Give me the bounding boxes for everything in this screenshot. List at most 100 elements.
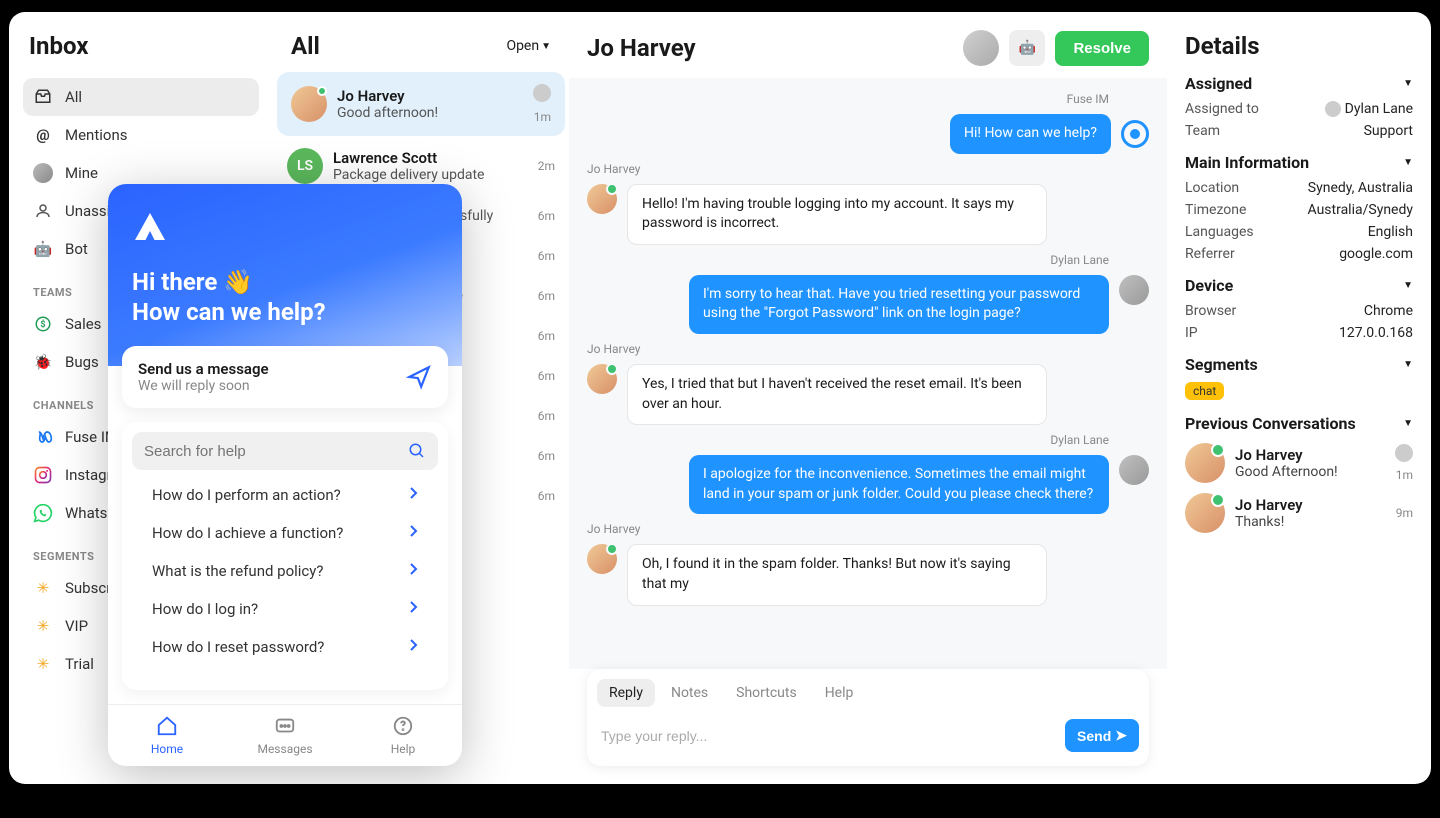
- detail-key: Timezone: [1185, 202, 1246, 218]
- widget-nav-help[interactable]: Help: [344, 705, 462, 766]
- composer: ReplyNotesShortcutsHelp Send ➤: [587, 669, 1149, 766]
- chevron-down-icon: ▼: [1403, 418, 1413, 429]
- detail-section-main-information[interactable]: Main Information▼: [1185, 153, 1413, 172]
- faq-item[interactable]: What is the refund policy?: [146, 552, 424, 590]
- bot-icon: 🤖: [33, 239, 53, 259]
- widget-message-card[interactable]: Send us a message We will reply soon: [122, 346, 448, 408]
- widget-greeting: Hi there 👋: [132, 268, 438, 296]
- previous-conversation[interactable]: Jo HarveyThanks! 9m: [1185, 493, 1413, 533]
- resolve-button[interactable]: Resolve: [1055, 31, 1149, 66]
- conversation-time: 2m: [538, 159, 555, 173]
- sidebar-title: Inbox: [23, 32, 259, 60]
- conversation-time: 6m: [538, 489, 555, 503]
- sidebar-item-mentions[interactable]: @Mentions: [23, 116, 259, 154]
- send-icon: ➤: [1115, 727, 1127, 744]
- detail-value: English: [1368, 224, 1413, 240]
- composer-tab-notes[interactable]: Notes: [659, 679, 720, 707]
- composer-tab-reply[interactable]: Reply: [597, 679, 655, 707]
- prev-time: 9m: [1396, 506, 1413, 520]
- help-widget: Hi there 👋 How can we help? Send us a me…: [108, 184, 462, 766]
- conversation-avatar: [291, 86, 327, 122]
- chat-panel: Jo Harvey 🤖 Resolve Fuse IMHi! How can w…: [569, 12, 1167, 784]
- sender-avatar: [587, 184, 617, 214]
- message-sender-label: Jo Harvey: [587, 162, 1149, 176]
- detail-section-previous-conversations[interactable]: Previous Conversations▼: [1185, 414, 1413, 433]
- prev-avatar: [1185, 443, 1225, 483]
- inbox-icon: [33, 87, 53, 107]
- detail-key: Assigned to: [1185, 101, 1259, 117]
- assignee-avatar: [533, 84, 551, 102]
- sidebar-item-label: Bugs: [65, 353, 99, 371]
- faq-item[interactable]: How do I perform an action?: [146, 476, 424, 514]
- sidebar-item-label: Sales: [65, 315, 101, 333]
- chevron-down-icon: ▼: [1403, 359, 1413, 370]
- detail-section-segments[interactable]: Segments▼: [1185, 355, 1413, 374]
- conversation-preview: Good afternoon!: [337, 105, 523, 121]
- meta-icon: [33, 427, 53, 447]
- sidebar-item-label: Bot: [65, 240, 88, 258]
- chevron-right-icon: [408, 562, 418, 580]
- widget-nav-messages[interactable]: Messages: [226, 705, 344, 766]
- svg-text:$: $: [40, 319, 45, 330]
- prev-time: 1m: [1396, 468, 1413, 482]
- star-icon: ✳: [33, 578, 53, 598]
- conversation-time: 6m: [538, 369, 555, 383]
- conversation-preview: Package delivery update: [333, 167, 528, 183]
- detail-key: Browser: [1185, 303, 1236, 319]
- prev-text: Thanks!: [1235, 514, 1386, 530]
- messages-icon: [226, 715, 344, 740]
- whatsapp-icon: [33, 503, 53, 523]
- previous-conversation[interactable]: Jo HarveyGood Afternoon! 1m: [1185, 443, 1413, 483]
- conversation-time: 6m: [538, 329, 555, 343]
- message-bubble-outgoing: I apologize for the inconvenience. Somet…: [689, 455, 1109, 514]
- composer-tab-help[interactable]: Help: [813, 679, 866, 707]
- sender-avatar: [587, 544, 617, 574]
- message-sender-label: Dylan Lane: [587, 433, 1109, 447]
- bot-button[interactable]: 🤖: [1009, 30, 1045, 66]
- composer-tab-shortcuts[interactable]: Shortcuts: [724, 679, 809, 707]
- reply-input[interactable]: [597, 722, 1057, 750]
- faq-item[interactable]: How do I log in?: [146, 590, 424, 628]
- send-button[interactable]: Send ➤: [1065, 719, 1139, 752]
- detail-key: Location: [1185, 180, 1239, 196]
- agent-avatar[interactable]: [963, 30, 999, 66]
- prev-name: Jo Harvey: [1235, 446, 1385, 464]
- chat-title: Jo Harvey: [587, 34, 953, 62]
- message-sender-label: Dylan Lane: [587, 253, 1109, 267]
- detail-section-device[interactable]: Device▼: [1185, 276, 1413, 295]
- detail-key: Referrer: [1185, 246, 1235, 262]
- at-icon: @: [33, 125, 53, 145]
- chevron-down-icon: ▼: [1403, 78, 1413, 89]
- conversation-time: 1m: [534, 110, 551, 124]
- widget-search-input[interactable]: [144, 443, 408, 460]
- chevron-down-icon: ▼: [1403, 280, 1413, 291]
- prev-text: Good Afternoon!: [1235, 464, 1385, 480]
- details-title: Details: [1185, 32, 1413, 60]
- send-icon: [406, 364, 432, 390]
- sender-avatar: [587, 364, 617, 394]
- chevron-right-icon: [408, 638, 418, 656]
- sidebar-item-label: VIP: [65, 617, 88, 635]
- search-icon: [408, 442, 426, 460]
- faq-item[interactable]: How do I reset password?: [146, 628, 424, 666]
- message-bubble-incoming: Oh, I found it in the spam folder. Thank…: [627, 544, 1047, 605]
- detail-value: Australia/Synedy: [1308, 202, 1413, 218]
- conversation-time: 6m: [538, 409, 555, 423]
- detail-section-assigned[interactable]: Assigned▼: [1185, 74, 1413, 93]
- segment-chip[interactable]: chat: [1185, 382, 1224, 400]
- convlist-title: All: [291, 32, 320, 60]
- conversation-row[interactable]: Jo HarveyGood afternoon!1m: [277, 72, 565, 136]
- convlist-filter[interactable]: Open ▼: [506, 38, 551, 54]
- message-bubble-outgoing: Hi! How can we help?: [950, 114, 1111, 154]
- faq-item[interactable]: How do I achieve a function?: [146, 514, 424, 552]
- status-icon: [1121, 120, 1149, 148]
- agent-avatar: [1119, 275, 1149, 305]
- sidebar-item-all[interactable]: All: [23, 78, 259, 116]
- conversation-time: 6m: [538, 249, 555, 263]
- conversation-time: 6m: [538, 209, 555, 223]
- message-sender-label: Jo Harvey: [587, 342, 1149, 356]
- prev-name: Jo Harvey: [1235, 496, 1386, 514]
- sidebar-item-label: Mine: [65, 164, 98, 182]
- detail-value: Support: [1364, 123, 1413, 139]
- widget-nav-home[interactable]: Home: [108, 705, 226, 766]
